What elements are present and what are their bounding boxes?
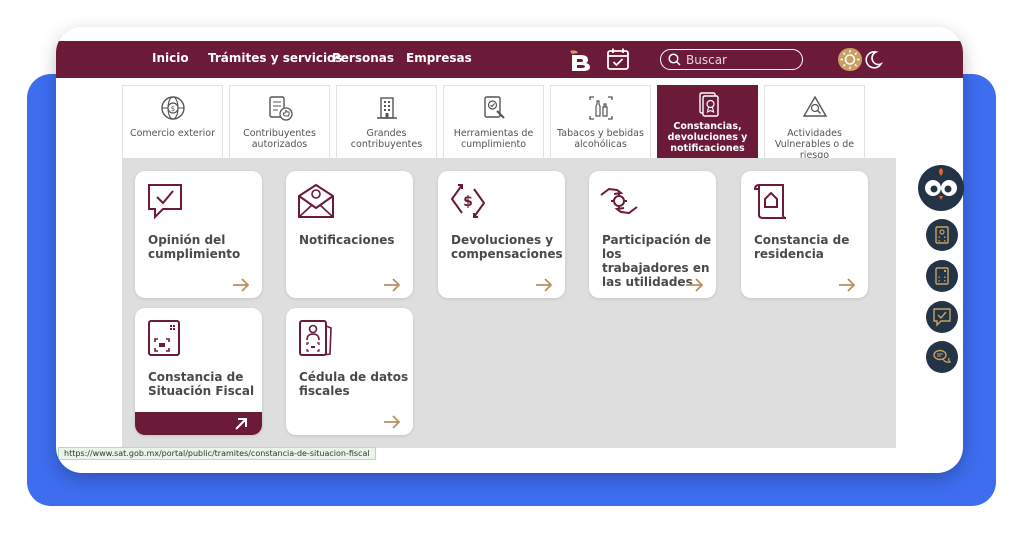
arrow-right-icon [384, 278, 401, 292]
nav-link-personas[interactable]: Personas [332, 51, 394, 65]
tab-label: Contribuyentes autorizados [243, 128, 316, 150]
chat-bubbles-icon [933, 349, 952, 363]
tab-actividades-vulnerables[interactable]: Actividades Vulnerables o de riesgo [764, 85, 865, 161]
calendar-check-icon[interactable] [606, 47, 630, 71]
chat-check-icon [148, 184, 182, 220]
search-input[interactable] [686, 52, 796, 68]
tab-label: Actividades Vulnerables o de riesgo [774, 128, 855, 161]
document-thumbs-up-icon [269, 96, 293, 121]
qr-document-icon [935, 267, 949, 285]
tab-tabacos-bebidas[interactable]: Tabacos y bebidas alcohólicas [550, 85, 651, 158]
refund-arrows-icon: $ [450, 184, 486, 218]
certificate-icon [699, 92, 719, 117]
tool-chat-bubbles-button[interactable] [926, 341, 958, 373]
arrow-right-icon [384, 415, 401, 429]
nav-link-tramites[interactable]: Trámites y servicios [208, 51, 342, 65]
card-title: Constancia de Situación Fiscal [148, 370, 255, 398]
tab-herramientas-cumplimiento[interactable]: Herramientas de cumplimiento [443, 85, 544, 158]
nav-link-empresas[interactable]: Empresas [406, 51, 472, 65]
tools-check-icon [484, 96, 505, 119]
card-cedula-datos-fiscales[interactable]: Cédula de datos fiscales [286, 308, 413, 435]
tool-id-card-button[interactable] [926, 219, 958, 251]
theme-toggle[interactable] [838, 48, 886, 71]
tab-label: Comercio exterior [129, 128, 216, 139]
card-title: Cédula de datos fiscales [299, 370, 409, 398]
b-logo-icon[interactable] [568, 47, 592, 72]
status-bar-url: https://www.sat.gob.mx/portal/public/tra… [58, 447, 376, 460]
svg-text:$: $ [463, 194, 473, 210]
tab-contribuyentes-autorizados[interactable]: Contribuyentes autorizados [229, 85, 330, 158]
arrow-right-icon [536, 278, 553, 292]
owl-assistant-icon[interactable] [918, 165, 964, 211]
card-title: Opinión del cumplimiento [148, 233, 241, 261]
tab-label: Herramientas de cumplimiento [453, 128, 534, 150]
chat-check-icon [933, 308, 951, 327]
mail-bell-icon [298, 183, 334, 218]
search-box[interactable] [660, 49, 803, 70]
scroll-house-icon [753, 184, 787, 219]
nav-link-inicio[interactable]: Inicio [152, 51, 189, 65]
arrow-up-right-icon [235, 418, 247, 430]
arrow-right-icon [687, 278, 704, 292]
card-notificaciones[interactable]: Notificaciones [286, 171, 413, 298]
globe-dollar-icon: $ [161, 96, 185, 120]
card-title: Constancia de residencia [754, 233, 850, 261]
card-constancia-situacion-fiscal[interactable]: Constancia de Situación Fiscal [135, 308, 262, 435]
tool-chat-check-button[interactable] [926, 301, 958, 333]
arrow-right-icon [839, 278, 856, 292]
screenshot-stage: Inicio Trámites y servicios Personas Emp… [0, 0, 1024, 536]
id-card-icon [935, 226, 949, 244]
sun-icon[interactable] [838, 48, 862, 71]
card-title: Devoluciones y compensaciones [451, 233, 563, 261]
qr-document-icon [148, 320, 180, 356]
tab-comercio-exterior[interactable]: $ Comercio exterior [122, 85, 223, 158]
services-panel: Opinión del cumplimiento Notificaciones [122, 158, 896, 448]
warning-search-icon [802, 95, 828, 117]
id-card-icon [299, 320, 332, 356]
bottles-icon [589, 96, 613, 120]
card-title: Notificaciones [299, 233, 395, 247]
arrow-right-icon [233, 278, 250, 292]
search-icon [668, 53, 681, 66]
tool-qr-document-button[interactable] [926, 260, 958, 292]
moon-icon[interactable] [863, 49, 884, 70]
svg-text:$: $ [171, 105, 175, 113]
browser-frame: Inicio Trámites y servicios Personas Emp… [56, 27, 963, 473]
tab-label: Grandes contribuyentes [350, 128, 423, 150]
tab-label: Constancias, devoluciones y notificacion… [667, 121, 748, 154]
top-navbar: Inicio Trámites y servicios Personas Emp… [56, 41, 963, 78]
floating-tools [918, 165, 964, 375]
hands-gear-icon [600, 187, 638, 215]
card-devoluciones-compensaciones[interactable]: $ Devoluciones y compensaciones [438, 171, 565, 298]
tab-grandes-contribuyentes[interactable]: Grandes contribuyentes [336, 85, 437, 158]
card-constancia-residencia[interactable]: Constancia de residencia [741, 171, 868, 298]
tab-label: Tabacos y bebidas alcohólicas [557, 128, 644, 150]
card-opinion-cumplimiento[interactable]: Opinión del cumplimiento [135, 171, 262, 298]
tab-constancias-devoluciones[interactable]: Constancias, devoluciones y notificacion… [657, 85, 758, 158]
building-icon [377, 97, 397, 119]
category-tabs: $ Comercio exterior Contribuyentes autor… [122, 85, 866, 161]
card-participacion-utilidades[interactable]: Participación de los trabajadores en las… [589, 171, 716, 298]
